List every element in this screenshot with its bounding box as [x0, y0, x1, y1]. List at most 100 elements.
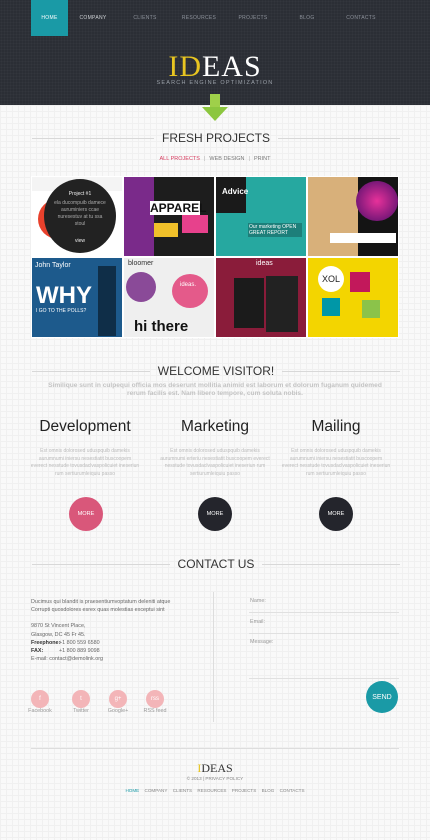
overlay-text: ela ducompuib damece auruminiers ccae nu…	[54, 200, 106, 227]
mailing-more-button[interactable]: MORE	[319, 497, 353, 531]
footer-nav-clients[interactable]: CLIENTS	[173, 788, 192, 793]
tile-yellow-block	[154, 223, 178, 237]
title-rule-left	[32, 370, 150, 372]
project-tile-7[interactable]: ideas	[215, 257, 307, 338]
contact-title: CONTACT US	[177, 557, 255, 571]
contact-intro-line-1: Ducimus qui blandit is praesentiumvoptat…	[31, 599, 171, 605]
email-link[interactable]: contact@demolink.org	[49, 656, 103, 662]
footer-logo[interactable]: IDEAS	[0, 762, 430, 774]
tile-pink-glow	[356, 181, 398, 221]
message-field[interactable]	[249, 678, 399, 679]
facebook-icon[interactable]: f	[31, 690, 49, 708]
welcome-section-title: WELCOME VISITOR!	[32, 364, 400, 378]
welcome-text: Similique sunt in culpequi officia mos d…	[48, 382, 382, 397]
tile-pink-block	[182, 215, 208, 233]
tile-polls-label: I GO TO THE POLLS?	[36, 308, 87, 314]
project-tile-4[interactable]	[307, 176, 399, 257]
tile-ideas-circle: ideas.	[172, 274, 208, 308]
title-rule-left	[32, 563, 170, 565]
title-rule-right	[262, 563, 400, 565]
tile-block-teal	[322, 298, 340, 316]
filter-separator: |	[203, 156, 206, 162]
tile-apparel-label: APPAREL	[150, 201, 207, 215]
twitter-icon[interactable]: t	[72, 690, 90, 708]
project-tile-1[interactable]: Project #1 ela ducompuib damece aurumini…	[31, 176, 123, 257]
footer-nav-blog[interactable]: BLOG	[262, 788, 275, 793]
service-title: Marketing	[180, 418, 250, 435]
tile-photo	[308, 177, 358, 256]
tile-advice-label: Advice	[222, 187, 249, 196]
footer-divider	[31, 748, 399, 749]
logo-highlight: ID	[168, 50, 202, 83]
contact-divider	[213, 592, 214, 722]
nav-resources[interactable]: RESOURCES	[172, 0, 226, 36]
service-text: Est omnis dolorosed uduspquib damekis au…	[281, 448, 391, 477]
nav-projects[interactable]: PROJECTS	[226, 0, 280, 36]
filter-all-projects[interactable]: ALL PROJECTS	[160, 156, 200, 162]
title-rule-left	[32, 137, 154, 139]
tile-tablet	[266, 276, 298, 332]
nav-home[interactable]: HOME	[31, 0, 68, 36]
footer-nav-resources[interactable]: RESOURCES	[197, 788, 226, 793]
title-rule-right	[278, 137, 401, 139]
email-field[interactable]	[249, 633, 399, 634]
copyright: © 2013 | PRIVACY POLICY	[186, 776, 244, 781]
nav-clients[interactable]: CLIENTS	[118, 0, 172, 36]
service-mailing: Mailing Est omnis dolorosed uduspquib da…	[281, 418, 391, 478]
rss-icon[interactable]: rss	[146, 690, 164, 708]
address-line-1: 9870 St Vincent Place,	[31, 623, 86, 630]
rss-label[interactable]: RSS feed	[135, 708, 175, 714]
footer-nav-contacts[interactable]: CONTACTS	[280, 788, 305, 793]
title-rule-right	[282, 370, 400, 372]
google-plus-label[interactable]: Google+	[98, 708, 138, 714]
project-tile-5[interactable]: John Taylor WHY I GO TO THE POLLS?	[31, 257, 123, 338]
tile-block-pink	[350, 272, 370, 292]
nav-blog[interactable]: BLOG	[280, 0, 334, 36]
filter-print[interactable]: PRINT	[254, 156, 271, 162]
filter-separator: |	[248, 156, 250, 162]
tile-name-label: John Taylor	[35, 262, 71, 269]
development-more-button[interactable]: MORE	[69, 497, 103, 531]
nav-contacts[interactable]: CONTACTS	[334, 0, 388, 36]
project-tile-6[interactable]: bloomer ideas. hi there	[123, 257, 215, 338]
tile-purple-circle	[126, 272, 156, 302]
tile-block-green	[362, 300, 380, 318]
filter-web-design[interactable]: WEB DESIGN	[209, 156, 244, 162]
marketing-more-button[interactable]: MORE	[198, 497, 232, 531]
footer-nav: HOME COMPANY CLIENTS RESOURCES PROJECTS …	[0, 788, 430, 793]
tile-marketing-banner: Our marketing OPEN GREAT REPORT	[248, 223, 302, 237]
footer-nav-projects[interactable]: PROJECTS	[232, 788, 257, 793]
service-development: Development Est omnis dolorosed uduspqui…	[30, 418, 140, 478]
project-overlay[interactable]: Project #1 ela ducompuib damece aurumini…	[44, 179, 116, 253]
facebook-label[interactable]: Facebook	[20, 708, 60, 714]
fax-value: +1 800 889 9098	[59, 648, 100, 655]
service-marketing: Marketing Est omnis dolorosed uduspquib …	[160, 418, 270, 478]
project-filters: ALL PROJECTS | WEB DESIGN | PRINT	[0, 156, 430, 162]
twitter-label[interactable]: Twitter	[61, 708, 101, 714]
tile-hi-there-label: hi there	[134, 318, 189, 335]
tile-xol-label: XOL	[318, 266, 344, 292]
view-button[interactable]: view	[44, 238, 116, 245]
nav-company[interactable]: COMPANY	[68, 0, 118, 36]
tile-person	[98, 266, 116, 336]
contact-info: Ducimus qui blandit is praesentiumvoptat…	[31, 598, 211, 663]
name-field[interactable]	[249, 612, 399, 613]
send-button[interactable]: SEND	[366, 681, 398, 713]
contact-intro-line-2: Corrupti quosdolores esrex quas molestia…	[31, 607, 165, 614]
project-tile-3[interactable]: Advice Our marketing OPEN GREAT REPORT	[215, 176, 307, 257]
footer-nav-company[interactable]: COMPANY	[145, 788, 168, 793]
site-logo[interactable]: IDEAS	[0, 52, 430, 82]
service-title: Development	[39, 418, 131, 435]
service-title: Mailing	[311, 418, 361, 435]
address-line-2: Glasgow, DC 45 Fr 45.	[31, 631, 86, 638]
footer-nav-home[interactable]: HOME	[125, 788, 139, 793]
email-label: E-mail:	[31, 656, 48, 663]
tile-ideas-label: ideas	[256, 260, 273, 267]
project-tile-2[interactable]: APPAREL	[123, 176, 215, 257]
contact-section-title: CONTACT US	[32, 557, 400, 571]
google-plus-icon[interactable]: g+	[109, 690, 127, 708]
tile-phone	[234, 278, 264, 328]
freephone-label: Freephone:	[31, 639, 61, 646]
header: HOME COMPANY CLIENTS RESOURCES PROJECTS …	[0, 0, 430, 105]
project-tile-8[interactable]: XOL	[307, 257, 399, 338]
